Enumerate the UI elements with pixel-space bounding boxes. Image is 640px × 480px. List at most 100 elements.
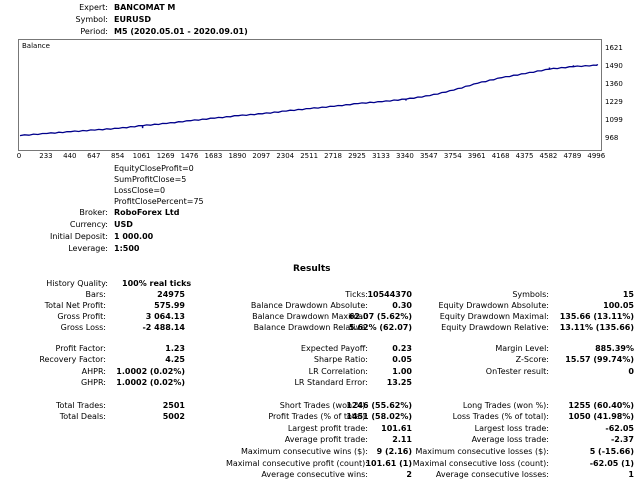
y-tick-label: 1490 — [605, 62, 623, 71]
x-tick-label: 2511 — [300, 152, 319, 160]
y-tick-label: 1621 — [605, 44, 623, 52]
metric-label: Maximal consecutive loss (count): — [412, 459, 549, 468]
metric-label: Largest profit trade: — [287, 424, 368, 433]
x-tick-label: 647 — [87, 152, 101, 160]
header-value: EURUSD — [114, 15, 152, 24]
metric-label: Bars: — [85, 290, 106, 299]
x-tick-label: 1061 — [132, 152, 151, 160]
balance-line — [19, 64, 598, 137]
metric-value: 101.61 (1) — [365, 459, 412, 468]
input-parameter: ProfitClosePercent=75 — [114, 197, 204, 206]
metric-label: Equity Drawdown Maximal: — [439, 312, 549, 321]
metric-label: Maximum consecutive losses ($): — [415, 447, 549, 456]
metric-label: Largest loss trade: — [474, 424, 549, 433]
metric-label: Average loss trade: — [471, 435, 549, 444]
account-value: RoboForex Ltd — [114, 208, 180, 217]
x-tick-label: 4168 — [491, 152, 510, 160]
metric-value: 1451 (58.02%) — [346, 412, 412, 421]
metric-label: Average consecutive wins: — [261, 470, 368, 479]
account-label: Leverage: — [68, 244, 108, 253]
metric-value: 885.39% — [595, 344, 634, 353]
x-tick-label: 440 — [63, 152, 77, 160]
x-tick-label: 4996 — [587, 152, 606, 160]
metric-label: Z-Score: — [515, 355, 549, 364]
metric-value: 24975 — [157, 290, 185, 299]
metric-label: AHPR: — [81, 367, 106, 376]
metric-label: Equity Drawdown Absolute: — [438, 301, 549, 310]
metric-value: 5002 — [162, 412, 185, 421]
y-tick-label: 1360 — [605, 79, 623, 88]
metric-value: 2 — [406, 470, 412, 479]
metric-label: Total Net Profit: — [44, 301, 106, 310]
metric-value: 1.0002 (0.02%) — [116, 367, 185, 376]
metric-label: Recovery Factor: — [39, 355, 106, 364]
balance-chart: Balance — [18, 39, 602, 151]
metric-label: Balance Drawdown Absolute: — [250, 301, 368, 310]
input-parameter: SumProfitClose=5 — [114, 175, 187, 184]
account-label: Currency: — [69, 220, 108, 229]
y-tick-label: 1229 — [605, 98, 623, 107]
metric-label: Gross Loss: — [60, 323, 106, 332]
metric-label: Sharpe Ratio: — [313, 355, 368, 364]
metric-value: 101.61 — [381, 424, 412, 433]
account-value: USD — [114, 220, 133, 229]
metric-value: 13.25 — [386, 378, 412, 387]
metric-label: Equity Drawdown Relative: — [441, 323, 549, 332]
metric-value: 135.66 (13.11%) — [559, 312, 634, 321]
metric-label: Maximal consecutive profit (count): — [225, 459, 368, 468]
metric-value: 1.00 — [392, 367, 412, 376]
metric-value: 5 (-15.66) — [589, 447, 634, 456]
metric-value: 0.23 — [392, 344, 412, 353]
x-tick-label: 4789 — [563, 152, 582, 160]
metric-value: 0.30 — [392, 301, 412, 310]
metric-label: Long Trades (won %): — [462, 401, 549, 410]
metric-value: 3 064.13 — [145, 312, 185, 321]
metric-label: Loss Trades (% of total): — [452, 412, 549, 421]
input-parameter: EquityCloseProfit=0 — [114, 164, 194, 173]
header-value: BANCOMAT M — [114, 3, 176, 12]
metric-label: LR Standard Error: — [294, 378, 368, 387]
metric-label: Average consecutive losses: — [435, 470, 549, 479]
metric-label: Expected Payoff: — [300, 344, 368, 353]
header-label: Expert: — [79, 3, 108, 12]
metric-label: Maximum consecutive wins ($): — [240, 447, 368, 456]
metric-value: -2 488.14 — [142, 323, 185, 332]
y-tick-label: 1099 — [605, 115, 623, 124]
metric-value: 9 (2.16) — [376, 447, 412, 456]
metric-value: -62.05 (1) — [589, 459, 634, 468]
metric-value: 13.11% (135.66) — [559, 323, 634, 332]
x-tick-label: 3961 — [467, 152, 486, 160]
metric-value: 2501 — [162, 401, 185, 410]
x-tick-label: 3340 — [396, 152, 414, 160]
metric-value: 575.99 — [154, 301, 185, 310]
results-title: Results — [293, 264, 331, 274]
x-tick-label: 1683 — [204, 152, 223, 160]
metric-label: Total Trades: — [56, 401, 106, 410]
x-tick-label: 4375 — [515, 152, 534, 160]
metric-label: Margin Level: — [495, 344, 549, 353]
account-value: 1:500 — [114, 244, 140, 253]
metric-value: -2.37 — [610, 435, 634, 444]
metric-label: Average profit trade: — [284, 435, 368, 444]
x-tick-label: 3547 — [419, 152, 438, 160]
input-parameter: LossClose=0 — [114, 186, 166, 195]
metric-value: 15.57 (99.74%) — [565, 355, 634, 364]
x-tick-label: 1269 — [156, 152, 175, 160]
metric-label: OnTester result: — [485, 367, 549, 376]
history-quality-label: History Quality: — [46, 279, 108, 288]
account-value: 1 000.00 — [114, 232, 154, 241]
x-tick-label: 854 — [110, 152, 125, 160]
x-tick-label: 233 — [39, 152, 53, 160]
metric-value: 1.23 — [165, 344, 185, 353]
metric-value: 2.11 — [392, 435, 412, 444]
header-label: Period: — [80, 27, 108, 36]
x-tick-label: 1476 — [180, 152, 199, 160]
metric-label: GHPR: — [80, 378, 106, 387]
metric-value: 1246 (55.62%) — [346, 401, 412, 410]
metric-value: 1255 (60.40%) — [568, 401, 634, 410]
history-quality-value: 100% real ticks — [122, 279, 192, 288]
metric-label: Total Deals: — [59, 412, 106, 421]
x-tick-label: 3754 — [443, 152, 462, 160]
metric-value: 62.07 (5.62%) — [348, 312, 412, 321]
metric-value: 0 — [628, 367, 634, 376]
